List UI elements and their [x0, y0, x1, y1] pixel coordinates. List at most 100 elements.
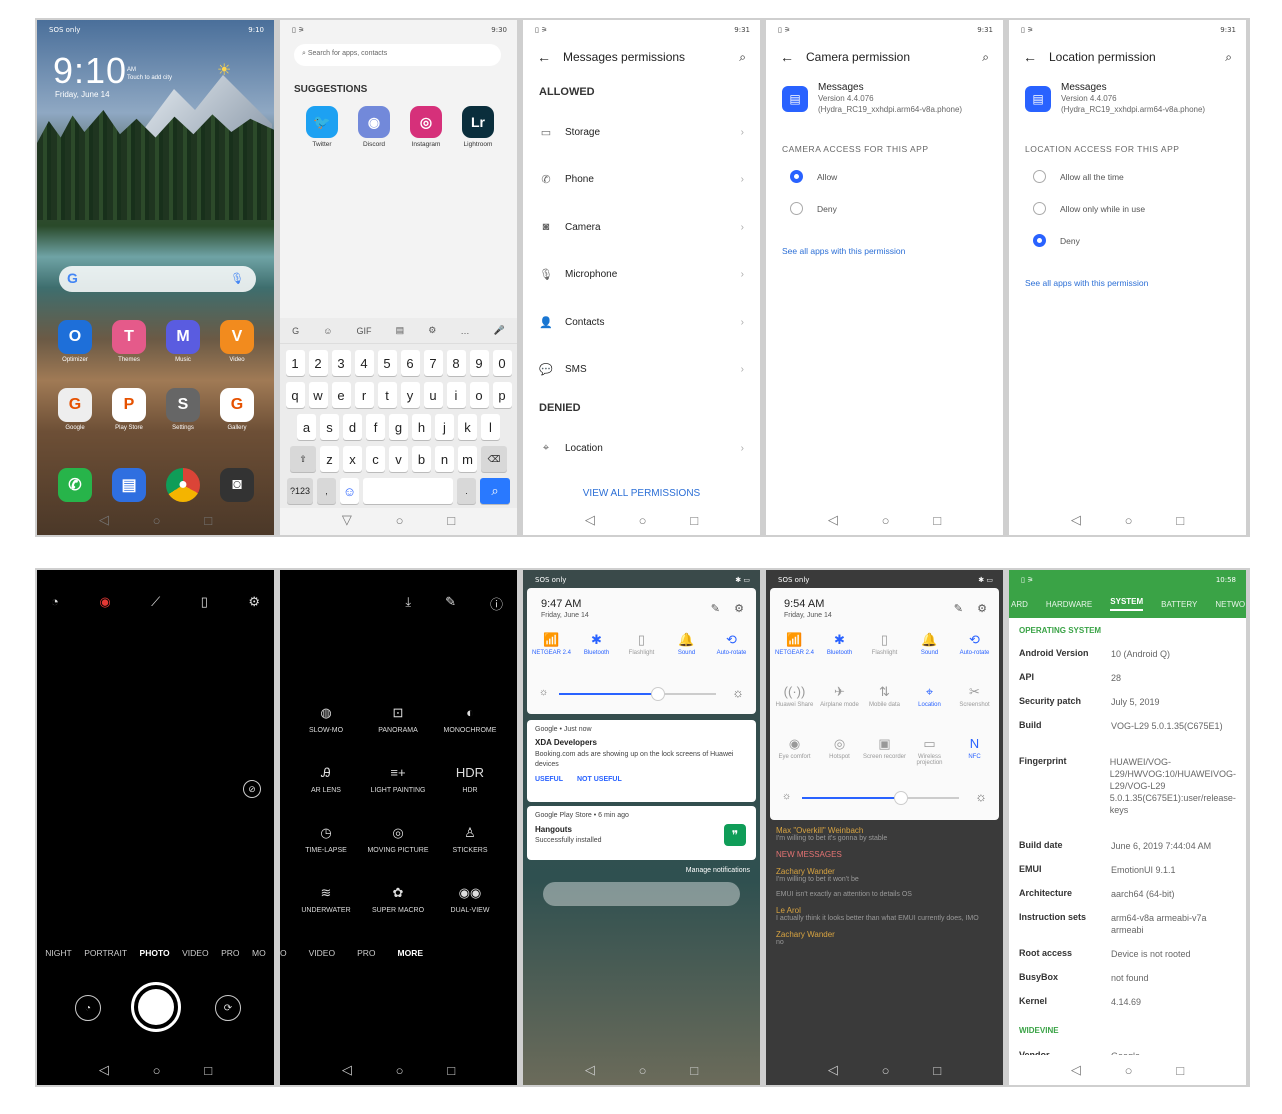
mode-time-lapse[interactable]: ◷ TIME-LAPSE — [290, 825, 362, 885]
key-7[interactable]: 7 — [423, 350, 443, 376]
mode-stickers[interactable]: ♙ STICKERS — [434, 825, 506, 885]
app-gallery[interactable]: G Gallery — [213, 388, 261, 431]
option-allow-only-while-in-use[interactable]: Allow only while in use — [1033, 202, 1145, 215]
key-b[interactable]: b — [412, 446, 431, 472]
tile-mobile-data[interactable]: ⇅ Mobile data — [863, 684, 907, 708]
key-d[interactable]: d — [343, 414, 362, 440]
recents-icon[interactable]: □ — [204, 1063, 212, 1078]
mode-underwater[interactable]: ≋ UNDERWATER — [290, 885, 362, 945]
home-icon[interactable]: ○ — [1125, 513, 1133, 528]
tile-huawei-share[interactable]: ((·)) Huawei Share — [773, 684, 817, 708]
tile-sound[interactable]: 🔔 Sound — [908, 632, 952, 656]
keyboard-tool-icon[interactable]: G — [292, 326, 299, 336]
tile-flashlight[interactable]: ▯ Flashlight — [620, 632, 664, 656]
tab-netwo[interactable]: NETWO — [1215, 600, 1245, 609]
key-8[interactable]: 8 — [446, 350, 466, 376]
app-music[interactable]: M Music — [159, 320, 207, 363]
notification-google[interactable]: Google • Just now XDA Developers Booking… — [527, 720, 756, 802]
permission-camera[interactable]: ◙ Camera › — [539, 215, 744, 239]
mode-hdr[interactable]: HDR HDR — [434, 765, 506, 825]
symbols-key[interactable]: ?123 — [287, 478, 313, 504]
app-google[interactable]: G Google — [51, 388, 99, 431]
app-themes[interactable]: T Themes — [105, 320, 153, 363]
home-icon[interactable]: ○ — [639, 1063, 647, 1078]
tab-battery[interactable]: BATTERY — [1161, 600, 1197, 609]
see-all-apps-link[interactable]: See all apps with this permission — [1025, 278, 1148, 288]
space-key[interactable] — [363, 478, 453, 504]
key-v[interactable]: v — [389, 446, 408, 472]
dock-messages[interactable]: ▤ — [105, 468, 153, 505]
key-k[interactable]: k — [458, 414, 477, 440]
view-all-permissions-button[interactable]: VIEW ALL PERMISSIONS — [523, 488, 760, 499]
radio-button[interactable] — [790, 170, 803, 183]
emoji-key[interactable]: ☺ — [340, 478, 359, 504]
key-x[interactable]: x — [343, 446, 362, 472]
camera-tool-icon[interactable]: ◉ — [99, 594, 110, 610]
tile-location[interactable]: ⌖ Location — [908, 684, 952, 708]
key-q[interactable]: q — [285, 382, 305, 408]
dock-phone[interactable]: ✆ — [51, 468, 99, 505]
suggested-app-twitter[interactable]: 🐦 Twitter — [300, 106, 344, 148]
keyboard-tool-icon[interactable]: … — [461, 326, 470, 336]
mode-dual-view[interactable]: ◉◉ DUAL-VIEW — [434, 885, 506, 945]
back-icon[interactable]: ◁ — [585, 512, 595, 528]
keyboard-tool-icon[interactable]: 🎤 — [494, 325, 505, 336]
back-arrow-icon[interactable]: ← — [537, 49, 551, 65]
tile-airplane-mode[interactable]: ✈ Airplane mode — [818, 684, 862, 708]
keyboard-tool-icon[interactable]: ▤ — [396, 325, 405, 336]
microphone-icon[interactable]: 🎙 — [230, 272, 244, 285]
key-s[interactable]: s — [320, 414, 339, 440]
brightness-knob[interactable] — [894, 791, 908, 805]
comma-key[interactable]: , — [317, 478, 336, 504]
back-icon[interactable]: ◁ — [342, 1062, 352, 1078]
zoom-icon[interactable]: ⊘ — [243, 780, 261, 798]
key-p[interactable]: p — [492, 382, 512, 408]
recents-icon[interactable]: □ — [1176, 1063, 1184, 1078]
google-search-bar[interactable]: G 🎙 — [59, 266, 256, 292]
mode-video[interactable]: VIDEO — [309, 948, 335, 958]
recents-icon[interactable]: □ — [1176, 513, 1184, 528]
home-icon[interactable]: ○ — [153, 513, 161, 528]
dock-chrome[interactable]: ● — [159, 468, 207, 505]
tile-screen-recorder[interactable]: ▣ Screen recorder — [863, 736, 907, 766]
notification-play-store[interactable]: Google Play Store • 6 min ago Hangouts S… — [527, 806, 756, 860]
back-icon[interactable]: ◁ — [1071, 1062, 1081, 1078]
tab-system[interactable]: SYSTEM — [1110, 597, 1144, 611]
suggested-app-lightroom[interactable]: Lr Lightroom — [456, 106, 500, 148]
keyboard-tool-icon[interactable]: ⚙ — [428, 325, 436, 336]
recents-icon[interactable]: □ — [447, 513, 455, 528]
key-y[interactable]: y — [400, 382, 420, 408]
tile-bluetooth[interactable]: ✱ Bluetooth — [575, 632, 619, 656]
gear-icon[interactable]: ⚙ — [734, 602, 744, 615]
tile-eye-comfort[interactable]: ◉ Eye comfort — [773, 736, 817, 766]
mode-super-macro[interactable]: ✿ SUPER MACRO — [362, 885, 434, 945]
back-icon[interactable]: ▽ — [342, 512, 352, 528]
tile-wireless-projection[interactable]: ▭ Wireless projection — [908, 736, 952, 766]
back-icon[interactable]: ◁ — [828, 512, 838, 528]
recents-icon[interactable]: □ — [447, 1063, 455, 1078]
tab-ard[interactable]: ARD — [1011, 600, 1028, 609]
gallery-thumbnail-icon[interactable]: ◔ — [75, 995, 101, 1021]
camera-tool-icon[interactable]: ⟋ — [151, 594, 160, 610]
tile-auto-rotate[interactable]: ⟲ Auto-rotate — [710, 632, 754, 656]
mode-moving-picture[interactable]: ◎ MOVING PICTURE — [362, 825, 434, 885]
key-l[interactable]: l — [481, 414, 500, 440]
permission-location[interactable]: ⌖ Location › — [539, 436, 744, 460]
key-a[interactable]: a — [297, 414, 316, 440]
back-icon[interactable]: ◁ — [99, 1062, 109, 1078]
key-3[interactable]: 3 — [331, 350, 351, 376]
key-j[interactable]: j — [435, 414, 454, 440]
key-0[interactable]: 0 — [492, 350, 512, 376]
back-icon[interactable]: ◁ — [828, 1062, 838, 1078]
back-arrow-icon[interactable]: ← — [1023, 49, 1037, 65]
tab-hardware[interactable]: HARDWARE — [1046, 600, 1092, 609]
edit-icon[interactable]: ✎ — [954, 602, 963, 615]
key-4[interactable]: 4 — [354, 350, 374, 376]
switch-camera-icon[interactable]: ⟳ — [215, 995, 241, 1021]
key-f[interactable]: f — [366, 414, 385, 440]
key-g[interactable]: g — [389, 414, 408, 440]
tile-netgear-2-4[interactable]: 📶 NETGEAR 2.4 — [773, 632, 817, 656]
key-r[interactable]: r — [354, 382, 374, 408]
mode-pro[interactable]: PRO — [357, 948, 375, 958]
key-m[interactable]: m — [458, 446, 477, 472]
